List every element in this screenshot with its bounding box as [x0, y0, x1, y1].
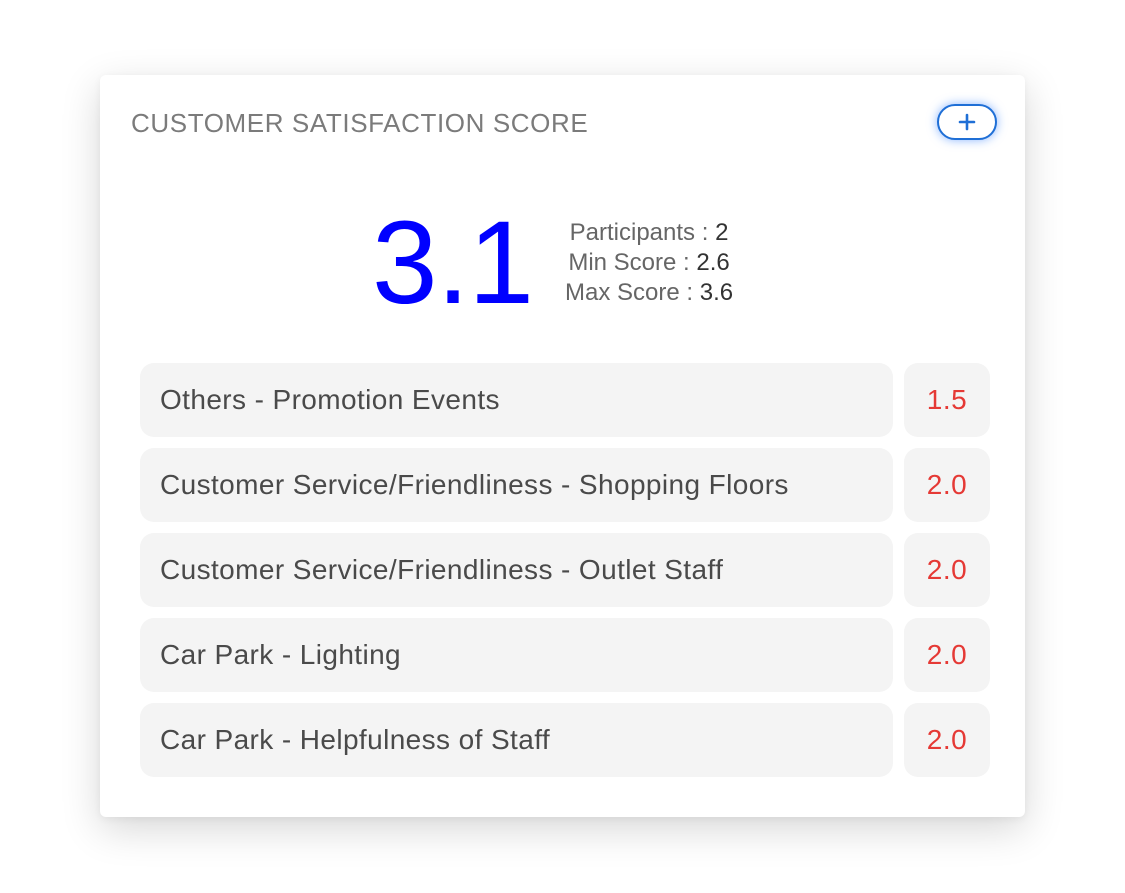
list-item[interactable]: Customer Service/Friendliness - Shopping… — [140, 448, 990, 522]
max-score-stat: Max Score : 3.6 — [565, 278, 733, 308]
add-button[interactable] — [937, 104, 997, 140]
min-score-stat: Min Score : 2.6 — [565, 248, 733, 278]
list-item[interactable]: Others - Promotion Events 1.5 — [140, 363, 990, 437]
category-score: 2.0 — [904, 448, 990, 522]
score-summary: 3.1 Participants : 2 Min Score : 2.6 Max… — [372, 197, 733, 329]
card-title: CUSTOMER SATISFACTION SCORE — [131, 108, 589, 138]
category-label: Car Park - Helpfulness of Staff — [140, 703, 893, 777]
csat-card: CUSTOMER SATISFACTION SCORE 3.1 Particip… — [100, 75, 1025, 817]
max-score-label: Max Score : — [565, 279, 694, 306]
min-score-label: Min Score : — [568, 249, 690, 276]
participants-label: Participants : — [569, 219, 709, 246]
category-score: 2.0 — [904, 533, 990, 607]
list-item[interactable]: Customer Service/Friendliness - Outlet S… — [140, 533, 990, 607]
category-label: Customer Service/Friendliness - Shopping… — [140, 448, 893, 522]
category-score: 2.0 — [904, 703, 990, 777]
category-list: Others - Promotion Events 1.5 Customer S… — [140, 363, 990, 788]
min-score-value: 2.6 — [696, 249, 730, 276]
overall-score: 3.1 — [372, 197, 534, 329]
category-label: Others - Promotion Events — [140, 363, 893, 437]
max-score-value: 3.6 — [699, 279, 734, 306]
category-score: 1.5 — [904, 363, 990, 437]
participants-stat: Participants : 2 — [565, 218, 733, 248]
category-score: 2.0 — [904, 618, 990, 692]
category-label: Car Park - Lighting — [140, 618, 893, 692]
score-stats: Participants : 2 Min Score : 2.6 Max Sco… — [565, 218, 733, 308]
list-item[interactable]: Car Park - Lighting 2.0 — [140, 618, 990, 692]
list-item[interactable]: Car Park - Helpfulness of Staff 2.0 — [140, 703, 990, 777]
participants-value: 2 — [715, 219, 729, 246]
plus-icon — [958, 113, 976, 131]
category-label: Customer Service/Friendliness - Outlet S… — [140, 533, 893, 607]
